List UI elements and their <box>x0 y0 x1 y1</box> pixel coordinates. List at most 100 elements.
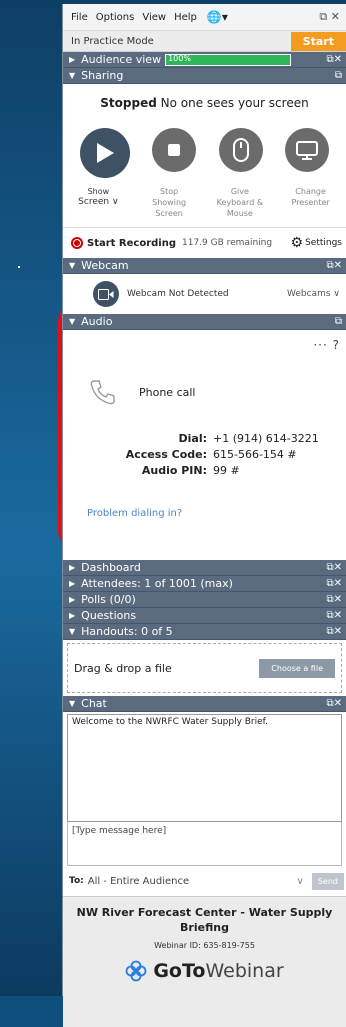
handouts-label: Handouts: 0 of 5 <box>81 625 173 638</box>
change-presenter-icon[interactable] <box>284 128 329 172</box>
expand-icon: ▶ <box>69 595 76 604</box>
recording-row: Start Recording 117.9 GB remaining ⚙ Set… <box>63 227 346 258</box>
phone-icon <box>90 380 115 405</box>
label-line: Mouse <box>226 209 253 218</box>
handout-dropzone[interactable]: Drag & drop a file Choose a file <box>67 643 342 693</box>
phone-call-label: Phone call <box>139 385 196 399</box>
popout-icon[interactable]: ⧉ <box>335 316 342 327</box>
sharing-status: Stopped No one sees your screen <box>63 84 346 124</box>
to-label: To: <box>69 876 84 886</box>
audio-pin-label: Audio PIN: <box>141 464 207 477</box>
start-button[interactable]: Start <box>290 31 346 51</box>
collapse-icon: ▼ <box>69 699 76 708</box>
audio-more-menu[interactable]: ··· ? <box>313 338 340 352</box>
sharing-icon-labels: Show Screen ∨ Stop Showing Screen Give K… <box>63 186 346 219</box>
expand-icon: ▶ <box>69 55 76 64</box>
dial-in-info: Dial: +1 (914) 614-3221 Access Code: 615-5… <box>63 432 346 480</box>
play-icon[interactable] <box>80 128 131 178</box>
dial-number: +1 (914) 614-3221 <box>213 432 319 445</box>
attendees-header[interactable]: ▶ Attendees: 1 of 1001 (max) ⧉✕ <box>63 576 346 592</box>
popout-close-icon[interactable]: ⧉✕ <box>326 562 342 573</box>
chat-welcome-message: Welcome to the NWRFC Water Supply Brief. <box>72 717 269 727</box>
globe-icon[interactable]: 🌐▾ <box>207 10 228 24</box>
collapse-icon: ▼ <box>69 71 76 80</box>
change-presenter-label: Change Presenter <box>282 186 340 219</box>
chat-log[interactable]: Welcome to the NWRFC Water Supply Brief. <box>67 714 342 822</box>
sharing-header[interactable]: ▼ Sharing ⧉ <box>63 68 346 84</box>
sharing-status-text: No one sees your screen <box>160 96 309 110</box>
webcams-dropdown[interactable]: Webcams ∨ <box>287 289 340 299</box>
send-button[interactable]: Send <box>311 872 344 890</box>
record-icon[interactable] <box>71 237 83 249</box>
collapse-icon: ▼ <box>69 261 76 270</box>
popout-close-icon[interactable]: ⧉✕ <box>326 54 342 65</box>
label-line: Show <box>87 187 110 196</box>
sharing-status-bold: Stopped <box>100 96 157 110</box>
handouts-header[interactable]: ▼ Handouts: 0 of 5 ⧉✕ <box>63 624 346 640</box>
give-keyboard-label: Give Keyboard & Mouse <box>211 186 269 219</box>
sharing-icons <box>63 128 346 178</box>
attendees-label: Attendees: 1 of 1001 (max) <box>81 577 233 590</box>
chat-recipient-row: To: All - Entire Audience ∨ Send <box>63 866 346 896</box>
settings-label: Settings <box>305 238 342 248</box>
chat-message-input[interactable]: [Type message here] <box>67 822 342 866</box>
chevron-down-icon[interactable]: ∨ <box>297 876 304 887</box>
sharing-label: Sharing <box>81 69 124 82</box>
menu-file[interactable]: File <box>71 12 88 23</box>
window-controls[interactable]: ⧉ ✕ <box>319 10 340 24</box>
stop-icon[interactable] <box>152 128 197 172</box>
webcam-header[interactable]: ▼ Webcam ⧉✕ <box>63 258 346 274</box>
desktop-dot <box>18 266 20 268</box>
brand-goto: GoTo <box>153 960 206 982</box>
popout-close-icon[interactable]: ⧉✕ <box>326 698 342 709</box>
popout-close-icon[interactable]: ⧉✕ <box>326 594 342 605</box>
brand-webinar: Webinar <box>205 960 284 982</box>
recipient-select[interactable]: All - Entire Audience <box>88 876 189 887</box>
problem-dialing-link[interactable]: Problem dialing in? <box>87 508 182 519</box>
popout-close-icon[interactable]: ⧉✕ <box>326 578 342 589</box>
questions-header[interactable]: ▶ Questions ⧉✕ <box>63 608 346 624</box>
webcam-icon[interactable] <box>93 281 119 307</box>
expand-icon: ▶ <box>69 611 76 620</box>
audio-pin: 99 # <box>213 464 240 477</box>
popout-icon[interactable]: ⧉ <box>335 70 342 81</box>
access-code: 615-566-154 # <box>213 448 297 461</box>
expand-icon: ▶ <box>69 563 76 572</box>
menu-options[interactable]: Options <box>96 12 135 23</box>
practice-mode-label: In Practice Mode <box>71 35 154 47</box>
title-line: NW River Forecast Center - Water Supply <box>76 906 333 919</box>
dial-label: Dial: <box>178 432 208 445</box>
gotowebinar-flower-icon <box>125 960 147 982</box>
audience-view-label: Audience view <box>81 53 162 66</box>
webinar-title: NW River Forecast Center - Water Supply … <box>63 897 346 935</box>
audience-view-header[interactable]: ▶ Audience view 100% ⧉✕ <box>63 52 346 68</box>
audio-panel: ··· ? Phone call Dial: +1 (914) 614-3221 … <box>63 330 346 560</box>
start-recording-button[interactable]: Start Recording <box>87 238 176 249</box>
webinar-id: Webinar ID: 635-819-755 <box>154 941 255 950</box>
polls-header[interactable]: ▶ Polls (0/0) ⧉✕ <box>63 592 346 608</box>
choose-file-button[interactable]: Choose a file <box>259 658 335 678</box>
menu-view[interactable]: View <box>142 12 166 23</box>
webinar-footer: NW River Forecast Center - Water Supply … <box>63 896 346 1027</box>
audience-view-meter: 100% <box>165 53 292 66</box>
recording-settings[interactable]: ⚙ Settings <box>291 235 342 251</box>
stop-showing-label: Stop Showing Screen <box>140 186 198 219</box>
webcam-row: Webcam Not Detected Webcams ∨ <box>63 274 346 314</box>
audio-header[interactable]: ▼ Audio ⧉ <box>63 314 346 330</box>
collapse-icon: ▼ <box>69 317 76 326</box>
popout-close-icon[interactable]: ⧉✕ <box>326 626 342 637</box>
mouse-icon[interactable] <box>218 128 263 172</box>
chat-header[interactable]: ▼ Chat ⧉✕ <box>63 696 346 712</box>
menu-help[interactable]: Help <box>174 12 197 23</box>
popout-close-icon[interactable]: ⧉✕ <box>326 610 342 621</box>
gotowebinar-logo: GoTo Webinar <box>63 960 346 982</box>
dashboard-header[interactable]: ▶ Dashboard ⧉✕ <box>63 560 346 576</box>
practice-mode-bar: In Practice Mode Start <box>63 31 346 52</box>
chat-label: Chat <box>81 697 107 710</box>
webcam-status: Webcam Not Detected <box>127 289 229 299</box>
label-line: Presenter <box>291 198 330 207</box>
collapse-icon: ▼ <box>69 627 76 636</box>
screen-select[interactable]: Screen ∨ <box>69 197 127 208</box>
popout-close-icon[interactable]: ⧉✕ <box>326 260 342 271</box>
show-screen-label[interactable]: Show Screen ∨ <box>69 186 127 219</box>
